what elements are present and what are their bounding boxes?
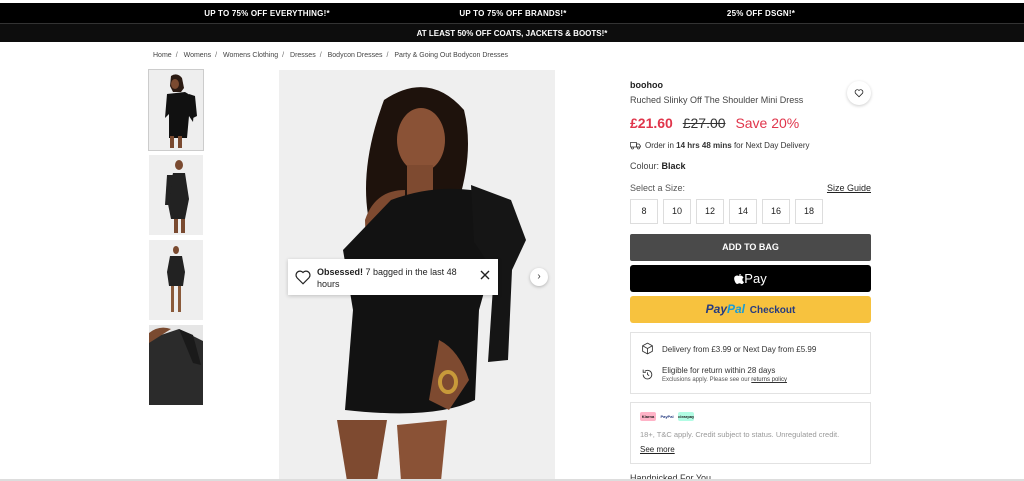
promo-item[interactable]: UP TO 75% OFF EVERYTHING!* bbox=[204, 9, 330, 18]
apple-icon bbox=[734, 274, 745, 284]
chevron-right-icon: › bbox=[537, 271, 541, 282]
size-guide-link[interactable]: Size Guide bbox=[827, 183, 871, 193]
price-block: £21.60 £27.00 Save 20% bbox=[630, 115, 799, 131]
paypal-logo-part: Pal bbox=[727, 302, 746, 316]
size-option[interactable]: 16 bbox=[762, 199, 790, 224]
colour-value: Black bbox=[661, 161, 686, 171]
returns-note-text: Exclusions apply. Please see our bbox=[662, 377, 752, 383]
promo-item[interactable]: 25% OFF DSGN!* bbox=[727, 9, 795, 18]
savings-label: Save 20% bbox=[735, 115, 800, 131]
delivery-countdown: Order in 14 hrs 48 mins for Next Day Del… bbox=[630, 141, 810, 150]
colour-line: Colour: Black bbox=[630, 161, 686, 171]
wishlist-button[interactable] bbox=[847, 81, 871, 105]
size-option[interactable]: 10 bbox=[663, 199, 691, 224]
add-to-bag-button[interactable]: ADD TO BAG bbox=[630, 234, 871, 261]
breadcrumb-item[interactable]: Party & Going Out Bodycon Dresses bbox=[394, 52, 508, 59]
delivery-text: Delivery from £3.99 or Next Day from £5.… bbox=[662, 345, 817, 354]
bnpl-disclaimer: 18+, T&C apply. Credit subject to status… bbox=[640, 430, 840, 439]
product-thumbnail[interactable] bbox=[149, 325, 203, 405]
product-brand: boohoo bbox=[630, 80, 663, 90]
breadcrumb-item[interactable]: Dresses bbox=[290, 52, 316, 59]
truck-icon bbox=[630, 142, 641, 150]
box-icon bbox=[642, 342, 653, 355]
promo-item[interactable]: AT LEAST 50% OFF COATS, JACKETS & BOOTS!… bbox=[417, 29, 608, 38]
heart-icon bbox=[854, 89, 864, 98]
promo-item[interactable]: UP TO 75% OFF BRANDS!* bbox=[459, 9, 566, 18]
product-thumbnail[interactable] bbox=[149, 240, 203, 320]
breadcrumb-item[interactable]: Bodycon Dresses bbox=[328, 52, 383, 59]
current-price: £21.60 bbox=[630, 115, 673, 131]
toast-title: Obsessed! bbox=[317, 267, 364, 277]
size-label: Select a Size: bbox=[630, 183, 686, 193]
paypal-logo: PayPal bbox=[659, 412, 675, 421]
returns-policy-link[interactable]: returns policy bbox=[751, 377, 787, 383]
product-name: Ruched Slinky Off The Shoulder Mini Dres… bbox=[630, 95, 804, 105]
product-thumbnail[interactable] bbox=[149, 155, 203, 235]
apple-pay-label: Pay bbox=[744, 271, 767, 286]
paypal-logo-part: Pay bbox=[705, 302, 727, 316]
colour-label: Colour: bbox=[630, 161, 662, 171]
social-proof-toast: Obsessed! 7 bagged in the last 48 hours bbox=[288, 259, 498, 295]
heart-icon bbox=[295, 270, 311, 285]
apple-pay-button[interactable]: Pay bbox=[630, 265, 871, 292]
thumbnail-list bbox=[148, 69, 204, 410]
product-thumbnail[interactable] bbox=[148, 69, 204, 151]
returns-note: Exclusions apply. Please see our returns… bbox=[662, 377, 787, 383]
size-option[interactable]: 8 bbox=[630, 199, 658, 224]
size-option[interactable]: 12 bbox=[696, 199, 724, 224]
promo-bar: UP TO 75% OFF EVERYTHING!* UP TO 75% OFF… bbox=[0, 3, 1024, 23]
bnpl-box: Klarna PayPal clearpay 18+, T&C apply. C… bbox=[630, 402, 871, 464]
returns-text: Eligible for return within 28 days bbox=[662, 366, 776, 375]
order-suffix: for Next Day Delivery bbox=[731, 141, 810, 150]
close-icon[interactable] bbox=[479, 269, 491, 281]
delivery-returns-box: Delivery from £3.99 or Next Day from £5.… bbox=[630, 332, 871, 394]
order-prefix: Order in bbox=[645, 141, 677, 150]
original-price: £27.00 bbox=[682, 115, 726, 131]
paypal-checkout-button[interactable]: PayPal Checkout bbox=[630, 296, 871, 323]
size-header: Select a Size: Size Guide bbox=[630, 183, 871, 193]
breadcrumb-item[interactable]: Womens bbox=[184, 52, 212, 59]
breadcrumb-item[interactable]: Home bbox=[153, 52, 172, 59]
clearpay-logo: clearpay bbox=[678, 412, 694, 421]
see-more-link[interactable]: See more bbox=[640, 445, 675, 454]
next-image-button[interactable]: › bbox=[530, 268, 548, 286]
paypal-checkout-label: Checkout bbox=[749, 305, 796, 316]
return-icon bbox=[642, 369, 653, 380]
size-selector: 8 10 12 14 16 18 bbox=[630, 199, 823, 224]
size-option[interactable]: 14 bbox=[729, 199, 757, 224]
breadcrumb: Home / Womens / Womens Clothing / Dresses / … bbox=[153, 52, 508, 59]
promo-bar-secondary[interactable]: AT LEAST 50% OFF COATS, JACKETS & BOOTS!… bbox=[0, 23, 1024, 42]
order-time: 14 hrs 48 mins bbox=[676, 141, 732, 150]
payment-logos: Klarna PayPal clearpay bbox=[640, 412, 694, 421]
breadcrumb-item[interactable]: Womens Clothing bbox=[223, 52, 278, 59]
size-option[interactable]: 18 bbox=[795, 199, 823, 224]
klarna-logo: Klarna bbox=[640, 412, 656, 421]
